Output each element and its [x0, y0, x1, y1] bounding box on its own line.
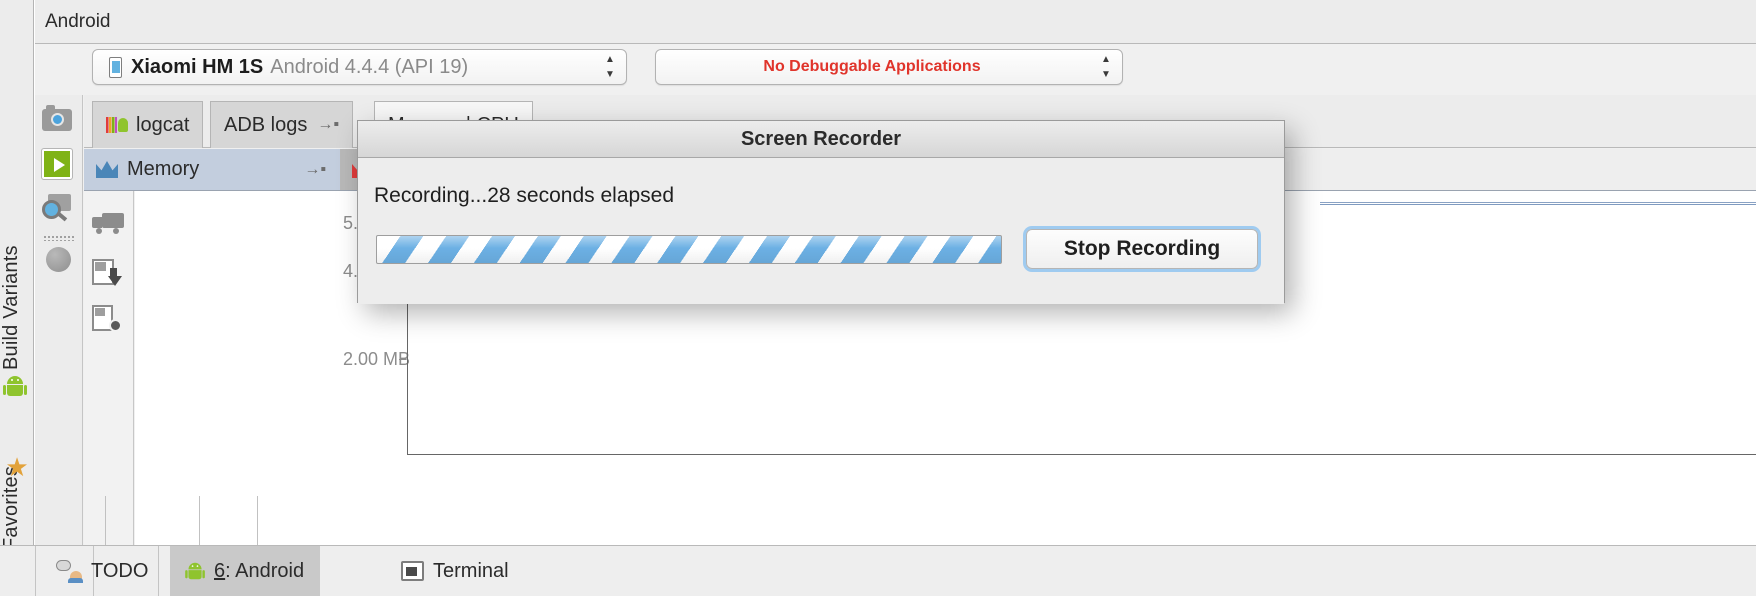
recording-status-text: Recording...28 seconds elapsed: [374, 184, 675, 207]
memory-tool-column: [84, 191, 134, 545]
screenshot-icon[interactable]: [42, 103, 76, 137]
statusbar-tab-mnemonic: 6: [214, 559, 226, 582]
statusbar-tab-label: : Android: [225, 559, 305, 582]
sidebar-item-build-variants[interactable]: Build Variants: [0, 170, 34, 370]
tab-label: ADB logs: [224, 113, 308, 136]
phone-icon: [109, 56, 122, 78]
device-tool-column: [35, 95, 83, 545]
drag-handle[interactable]: [43, 235, 75, 241]
statusbar-tab-todo[interactable]: TODO: [40, 546, 164, 596]
recording-progress-bar: [376, 235, 1002, 264]
device-name: Xiaomi HM 1S: [131, 55, 264, 78]
statusbar-tab-label: Terminal: [433, 559, 509, 582]
stop-recording-button[interactable]: Stop Recording: [1026, 229, 1258, 269]
terminal-icon: [401, 561, 424, 581]
x-axis-line: [407, 454, 1756, 455]
heap-dump-icon[interactable]: [92, 259, 126, 293]
screen-recorder-dialog: Screen Recorder Recording...28 seconds e…: [357, 120, 1285, 304]
pin-icon[interactable]: →▪: [317, 116, 339, 134]
statusbar-tab-android[interactable]: 6 : Android: [170, 546, 321, 596]
pin-icon[interactable]: →▪: [304, 161, 326, 179]
subtab-memory[interactable]: Memory →▪: [84, 149, 340, 190]
chevron-updown-icon[interactable]: ▲ ▼: [604, 55, 616, 80]
application-selector[interactable]: No Debuggable Applications ▲ ▼: [655, 49, 1123, 85]
tab-logcat[interactable]: logcat: [92, 101, 204, 148]
status-bar: TODO 6 : Android Terminal: [0, 545, 1756, 596]
left-tool-strip: Build Variants Favorites ★: [0, 0, 34, 550]
subtab-label: Memory: [127, 158, 200, 180]
application-value: No Debuggable Applications: [763, 58, 981, 75]
memory-icon: [96, 161, 118, 178]
star-icon: ★: [5, 452, 29, 482]
device-os: Android 4.4.4 (API 19): [270, 55, 469, 78]
sidebar-item-label: Build Variants: [0, 245, 22, 370]
allocation-tracker-icon[interactable]: [92, 305, 126, 339]
screen-record-icon[interactable]: [41, 147, 76, 181]
terminate-icon[interactable]: [46, 247, 71, 272]
chevron-updown-icon[interactable]: ▲ ▼: [1100, 55, 1112, 80]
chart-top-edge: [1320, 191, 1756, 203]
device-selector[interactable]: Xiaomi HM 1S Android 4.4.4 (API 19) ▲ ▼: [92, 49, 627, 85]
statusbar-tab-label: TODO: [91, 559, 149, 582]
page-title: Android: [45, 11, 111, 32]
logcat-icon: [106, 116, 128, 134]
tab-adb-logs[interactable]: ADB logs →▪: [210, 101, 354, 148]
initiate-gc-icon[interactable]: [92, 213, 126, 247]
statusbar-tab-terminal[interactable]: Terminal: [385, 546, 525, 596]
dialog-title: Screen Recorder: [358, 121, 1284, 158]
selector-row: Xiaomi HM 1S Android 4.4.4 (API 19) ▲ ▼ N…: [35, 45, 1756, 95]
panel-header: Android: [35, 0, 1756, 44]
android-icon: [185, 562, 205, 580]
tab-label: logcat: [136, 113, 190, 136]
layout-inspector-icon[interactable]: [42, 191, 76, 225]
dialog-body: Recording...28 seconds elapsed Stop Reco…: [358, 159, 1284, 304]
android-studio-window: Build Variants Favorites ★ Android Xiaom…: [0, 0, 1756, 596]
todo-icon: [56, 560, 83, 583]
chart-top-divider: [1320, 204, 1756, 205]
y-tick-label: 2.00 MB: [342, 349, 410, 369]
